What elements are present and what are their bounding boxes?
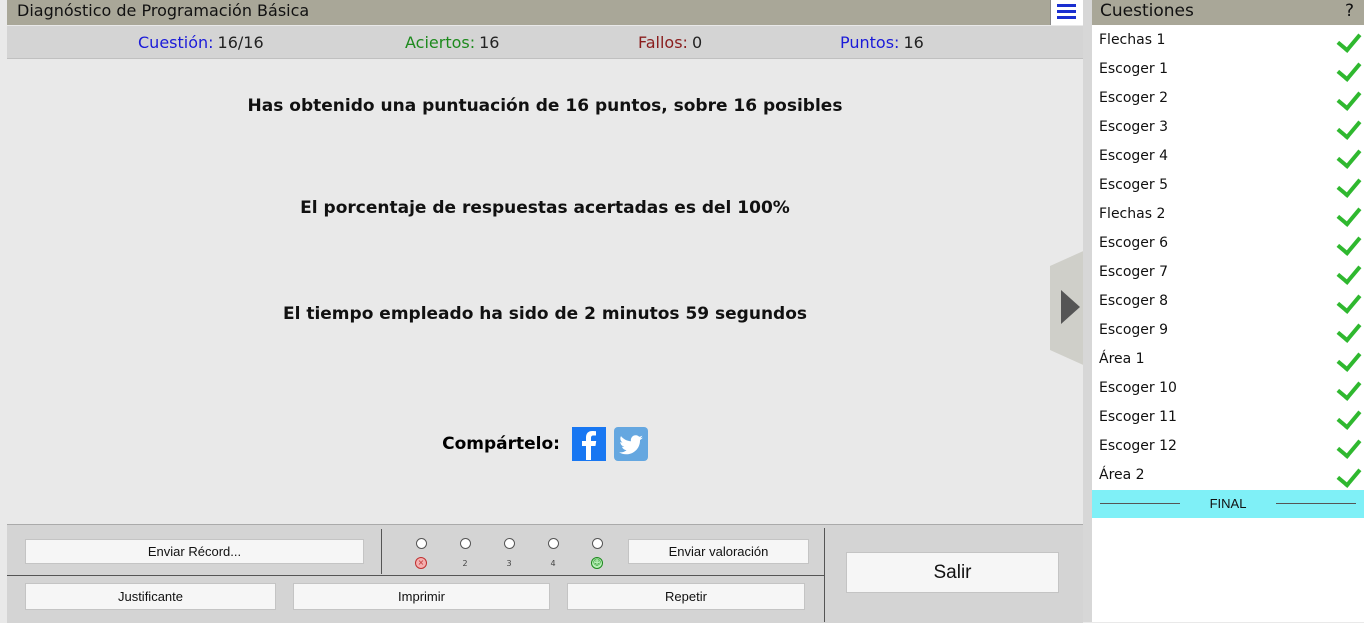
send-rating-button[interactable]: Enviar valoración <box>628 539 809 564</box>
checkmark-icon <box>1336 172 1362 198</box>
help-icon[interactable]: ? <box>1345 1 1354 21</box>
sidebar-item-question[interactable]: Escoger 11 <box>1092 403 1364 432</box>
checkmark-icon <box>1336 230 1362 256</box>
questions-sidebar: Cuestiones ? Flechas 1 Escoger 1 Escoger 2… <box>1092 0 1364 622</box>
facebook-icon[interactable] <box>571 427 606 461</box>
happy-face-icon: ☺ <box>591 557 603 569</box>
sidebar-item-question[interactable]: Área 1 <box>1092 345 1364 374</box>
checkmark-icon <box>1336 317 1362 343</box>
results-pane: Has obtenido una puntuación de 16 puntos… <box>7 59 1083 524</box>
checkmark-icon <box>1336 114 1362 140</box>
rating-label-3: 3 <box>506 559 512 568</box>
time-text: El tiempo empleado ha sido de 2 minutos … <box>282 304 808 324</box>
sidebar-item-question[interactable]: Área 2 <box>1092 461 1364 490</box>
checkmark-icon <box>1336 56 1362 82</box>
stats-bar: Cuestión: 16/16 Aciertos: 16 Fallos: 0 Punt… <box>7 26 1083 59</box>
question-label: Escoger 11 <box>1099 409 1177 425</box>
chevron-right-icon <box>1061 290 1080 324</box>
rating-label-2: 2 <box>462 559 468 568</box>
checkmark-icon <box>1336 433 1362 459</box>
rating-radio-4[interactable] <box>548 538 559 549</box>
question-label: Escoger 5 <box>1099 177 1169 193</box>
stat-points: Puntos: 16 <box>840 33 924 52</box>
question-label: Escoger 3 <box>1099 119 1169 135</box>
rating-radio-3[interactable] <box>504 538 515 549</box>
sidebar-header: Cuestiones ? <box>1092 0 1364 25</box>
question-label: Área 2 <box>1099 467 1145 483</box>
rating-radio-2[interactable] <box>460 538 471 549</box>
share-row: Compártelo: <box>7 427 1083 461</box>
checkmark-icon <box>1336 346 1362 372</box>
checkmark-icon <box>1336 404 1362 430</box>
rating-label-4: 4 <box>550 559 556 568</box>
sidebar-item-question[interactable]: Escoger 9 <box>1092 316 1364 345</box>
sidebar-item-question[interactable]: Escoger 2 <box>1092 84 1364 113</box>
sidebar-title: Cuestiones <box>1100 1 1194 21</box>
checkmark-icon <box>1336 27 1362 53</box>
print-button[interactable]: Imprimir <box>293 583 550 610</box>
divider <box>381 529 382 574</box>
question-label: Escoger 9 <box>1099 322 1169 338</box>
stat-correct: Aciertos: 16 <box>405 33 500 52</box>
sad-face-icon: × <box>415 557 427 569</box>
percent-text: El porcentaje de respuestas acertadas es… <box>300 198 790 218</box>
question-label: Escoger 10 <box>1099 380 1177 396</box>
exit-button[interactable]: Salir <box>846 552 1059 593</box>
twitter-icon[interactable] <box>613 427 648 461</box>
sidebar-item-question[interactable]: Escoger 1 <box>1092 55 1364 84</box>
hamburger-icon <box>1057 4 1076 7</box>
app-title: Diagnóstico de Programación Básica <box>17 1 310 20</box>
checkmark-icon <box>1336 85 1362 111</box>
share-label: Compártelo: <box>442 434 560 454</box>
question-label: Escoger 8 <box>1099 293 1169 309</box>
checkmark-icon <box>1336 462 1362 488</box>
pane-divider <box>1083 0 1092 622</box>
question-label: Escoger 1 <box>1099 61 1169 77</box>
sidebar-item-question[interactable]: Escoger 10 <box>1092 374 1364 403</box>
sidebar-item-question[interactable]: Flechas 2 <box>1092 200 1364 229</box>
question-label: Escoger 12 <box>1099 438 1177 454</box>
question-label: Escoger 6 <box>1099 235 1169 251</box>
checkmark-icon <box>1336 143 1362 169</box>
title-bar: Diagnóstico de Programación Básica <box>7 0 1083 25</box>
sidebar-item-question[interactable]: Escoger 7 <box>1092 258 1364 287</box>
sidebar-item-question[interactable]: Escoger 3 <box>1092 113 1364 142</box>
question-list: Flechas 1 Escoger 1 Escoger 2 Escoger 3 Esco… <box>1092 26 1364 490</box>
sidebar-item-question[interactable]: Escoger 8 <box>1092 287 1364 316</box>
sidebar-item-question[interactable]: Escoger 12 <box>1092 432 1364 461</box>
checkmark-icon <box>1336 375 1362 401</box>
sidebar-item-question[interactable]: Escoger 5 <box>1092 171 1364 200</box>
checkmark-icon <box>1336 259 1362 285</box>
send-record-button[interactable]: Enviar Récord... <box>25 539 364 564</box>
question-label: Flechas 1 <box>1099 32 1166 48</box>
question-label: Escoger 4 <box>1099 148 1169 164</box>
stat-wrong: Fallos: 0 <box>638 33 703 52</box>
rating-radio-1[interactable] <box>416 538 427 549</box>
checkmark-icon <box>1336 201 1362 227</box>
score-text: Has obtenido una puntuación de 16 puntos… <box>247 96 843 116</box>
stat-question: Cuestión: 16/16 <box>138 33 264 52</box>
question-label: Escoger 7 <box>1099 264 1169 280</box>
bottom-toolbar: Enviar Récord... × 2 3 4 ☺ Enviar valora… <box>7 524 1083 623</box>
sidebar-item-question[interactable]: Flechas 1 <box>1092 26 1364 55</box>
repeat-button[interactable]: Repetir <box>567 583 805 610</box>
final-item[interactable]: FINAL <box>1092 490 1364 518</box>
sidebar-item-question[interactable]: Escoger 4 <box>1092 142 1364 171</box>
divider <box>7 575 824 576</box>
question-label: Flechas 2 <box>1099 206 1166 222</box>
question-label: Área 1 <box>1099 351 1145 367</box>
receipt-button[interactable]: Justificante <box>25 583 276 610</box>
menu-button[interactable] <box>1050 0 1083 25</box>
checkmark-icon <box>1336 288 1362 314</box>
divider <box>824 528 825 622</box>
rating-radio-5[interactable] <box>592 538 603 549</box>
final-label: FINAL <box>1209 496 1247 511</box>
question-label: Escoger 2 <box>1099 90 1169 106</box>
sidebar-item-question[interactable]: Escoger 6 <box>1092 229 1364 258</box>
